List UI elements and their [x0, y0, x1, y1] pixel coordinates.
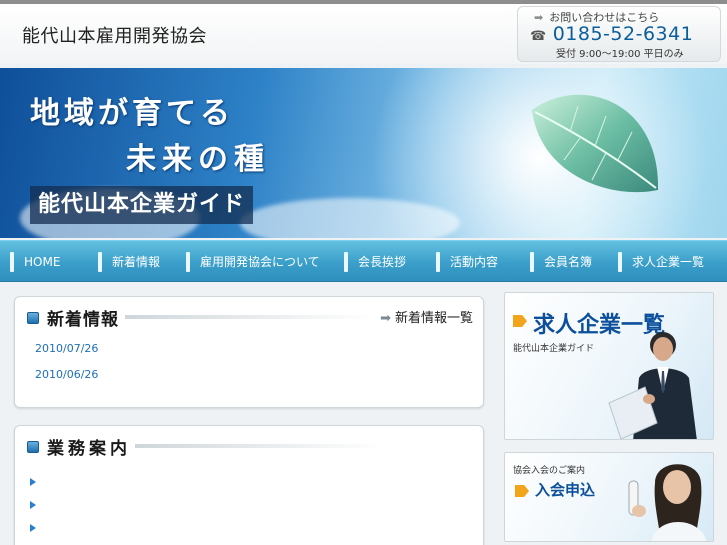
- join-title: 入会申込: [535, 481, 596, 499]
- nav-recruit[interactable]: 求人企業一覧: [618, 241, 704, 283]
- bullet-icon: [30, 501, 36, 509]
- businessman-image: [608, 332, 697, 439]
- arrow-right-icon: ➡: [380, 311, 391, 326]
- news-title: 新着情報: [47, 310, 119, 330]
- news-more-label: 新着情報一覧: [394, 311, 473, 326]
- nav-activities[interactable]: 活動内容: [436, 241, 498, 283]
- office-hours: 受付 9:00〜19:00 平日のみ: [556, 49, 684, 60]
- nav-home[interactable]: HOME: [10, 241, 60, 283]
- divider: [135, 444, 385, 448]
- news-more-link[interactable]: ➡ 新着情報一覧: [380, 307, 473, 326]
- site-header: 能代山本雇用開発協会 ➡ お問い合わせはこちら ☎ 0185-52-6341 受付 …: [0, 4, 727, 64]
- join-subtitle: 協会入会のご案内: [513, 466, 586, 476]
- section-icon: [27, 311, 39, 324]
- main-nav: HOME 新着情報 雇用開発協会について 会長挨拶 活動内容 会員名簿 求人企業…: [0, 240, 727, 282]
- news-date[interactable]: 2010/06/26: [35, 368, 98, 381]
- section-icon: [27, 440, 39, 453]
- hero-banner: 地域が育てる 未来の種 能代山本企業ガイド: [0, 68, 727, 238]
- join-banner[interactable]: 協会入会のご案内 入会申込: [504, 452, 714, 542]
- slogan-line-2: 未来の種: [126, 142, 270, 177]
- slogan-line-1: 地域が育てる: [30, 96, 234, 131]
- site-title[interactable]: 能代山本雇用開発協会: [22, 22, 207, 48]
- news-panel: 新着情報 ➡ 新着情報一覧 2010/07/26 2010/06/26: [14, 296, 484, 408]
- guide-title: 能代山本企業ガイド: [30, 186, 254, 224]
- contact-box[interactable]: ➡ お問い合わせはこちら ☎ 0185-52-6341 受付 9:00〜19:00 …: [517, 6, 721, 62]
- recruit-subtitle: 能代山本企業ガイド: [513, 344, 595, 354]
- leaf-icon: [532, 94, 659, 193]
- business-heading: 業務案内: [27, 434, 131, 459]
- bullet-icon: [30, 524, 36, 532]
- nav-news[interactable]: 新着情報: [98, 241, 160, 283]
- tag-icon: [515, 485, 529, 497]
- bullet-icon: [30, 478, 36, 486]
- page: 能代山本雇用開発協会 ➡ お問い合わせはこちら ☎ 0185-52-6341 受付 …: [0, 0, 727, 545]
- tag-icon: [513, 315, 527, 327]
- business-panel: 業務案内: [14, 425, 484, 545]
- operator-image: [628, 464, 707, 541]
- news-heading: 新着情報: [27, 305, 119, 330]
- phone-number[interactable]: 0185-52-6341: [553, 23, 694, 45]
- phone-row: ☎ 0185-52-6341: [530, 23, 693, 45]
- recruit-banner[interactable]: 求人企業一覧 能代山本企業ガイド: [504, 292, 714, 440]
- news-date[interactable]: 2010/07/26: [35, 342, 98, 355]
- nav-about[interactable]: 雇用開発協会について: [186, 241, 320, 283]
- divider: [125, 315, 375, 319]
- nav-greeting[interactable]: 会長挨拶: [344, 241, 406, 283]
- business-title: 業務案内: [47, 439, 131, 459]
- nav-members[interactable]: 会員名簿: [530, 241, 592, 283]
- phone-icon: ☎: [530, 29, 547, 44]
